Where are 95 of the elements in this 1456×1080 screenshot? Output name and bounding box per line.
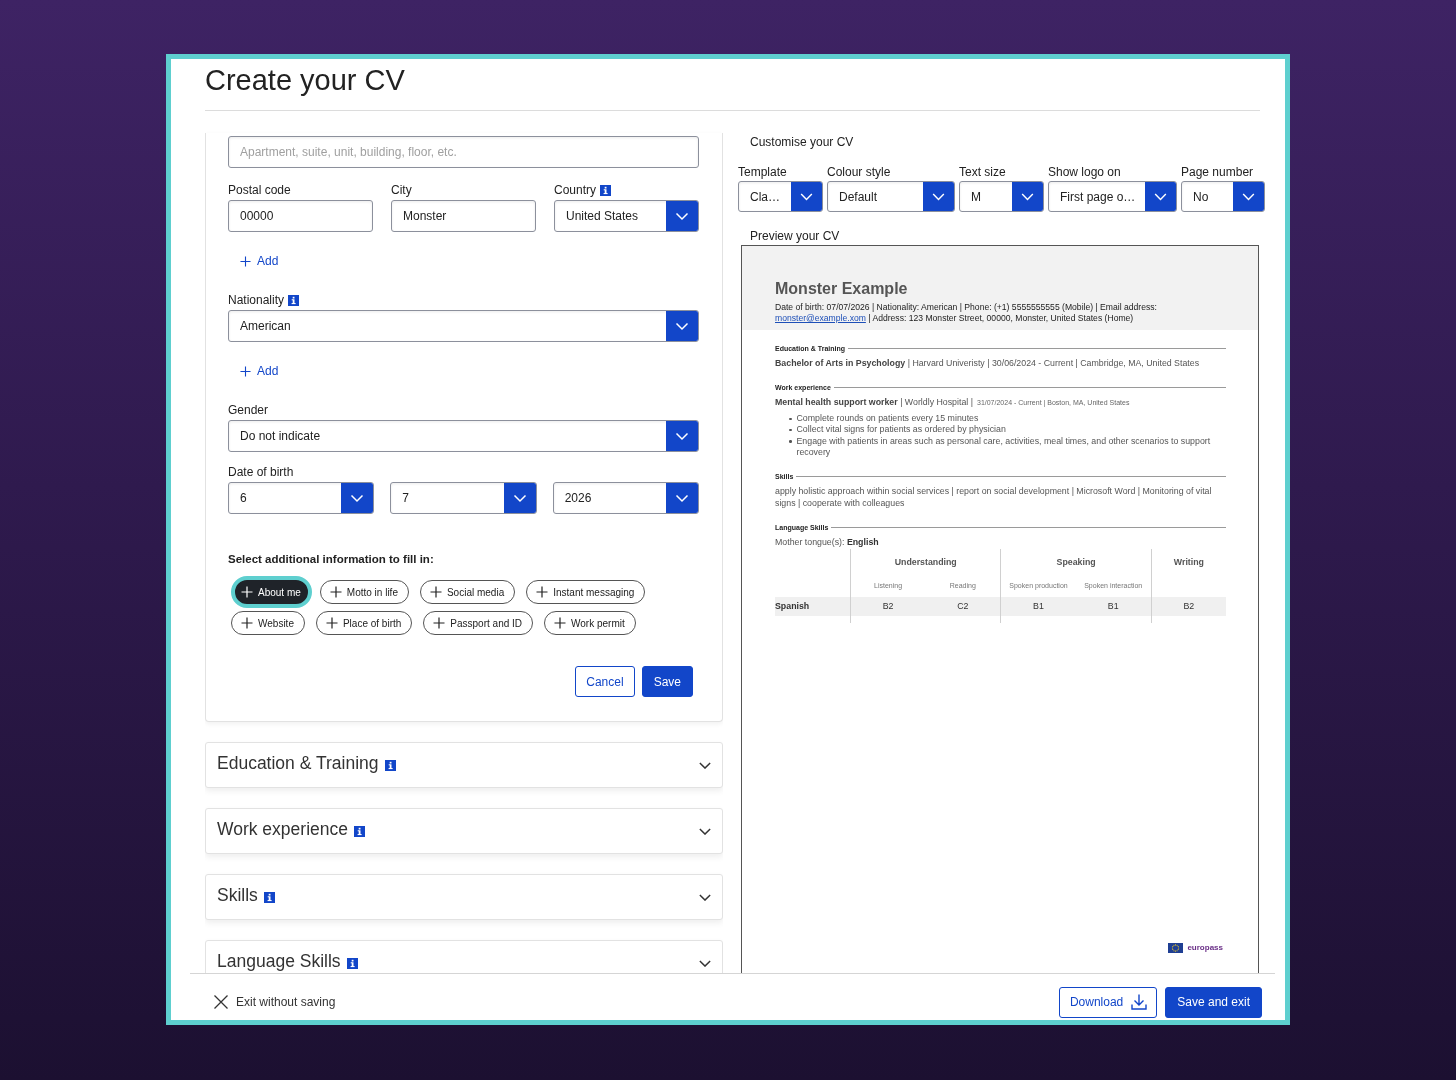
download-icon <box>1131 994 1148 1010</box>
entry-title: Mental health support worker | Worldly Hospital | <box>775 397 973 408</box>
field-label: Country <box>554 182 597 198</box>
chevron-down-icon <box>923 182 954 211</box>
option-chip[interactable]: Instant messaging <box>526 580 646 604</box>
plus-icon <box>536 586 549 598</box>
option-chip[interactable]: Social media <box>419 580 516 604</box>
page-title: Create your CV <box>205 63 406 97</box>
plus-icon <box>429 586 442 598</box>
section-title: Customise your CV <box>749 134 855 150</box>
chevron-down-icon <box>666 483 698 513</box>
download-button[interactable]: Download <box>1058 986 1158 1018</box>
primary-button[interactable]: Save <box>641 666 693 697</box>
email-link[interactable]: monster@example.xom <box>775 313 866 323</box>
bullet-text: Engage with patients in areas such as personal care, activities, meal times, and other scenarios to support recovery <box>796 435 1212 459</box>
field-label: Page number <box>1181 164 1255 180</box>
table-cell: B2 <box>1150 597 1226 617</box>
table-cell: C2 <box>925 597 1001 617</box>
select-field[interactable]: 2026 <box>552 482 699 514</box>
chevron-down-icon <box>503 483 536 513</box>
option-chip[interactable]: Place of birth <box>315 611 413 635</box>
chevron-down-icon <box>1145 182 1176 211</box>
contact-details: Date of birth: 07/07/2026 | Nationality: American | Phone: (+1) 5555555555 (Mobile) | Email address: monster@example.xom | Address: 123 Monster Street, 00000, Monster, United States (Home) <box>775 302 1158 324</box>
select-field[interactable]: No <box>1181 181 1265 212</box>
bullet-icon <box>789 428 792 432</box>
field-label: Colour style <box>827 164 892 180</box>
section-title: Preview your CV <box>749 228 841 244</box>
add-link[interactable]: Add <box>238 359 281 383</box>
plus-icon <box>329 586 342 598</box>
option-chip[interactable]: Passport and ID <box>423 611 534 635</box>
input-field[interactable]: 00000 <box>228 200 373 232</box>
table-cell: Spanish <box>775 597 850 617</box>
primary-button[interactable]: Save and exit <box>1165 986 1262 1018</box>
chevron-down-icon <box>791 182 822 211</box>
bullet-text: Collect vital signs for patients as ordered by physician <box>796 424 1006 436</box>
plus-icon <box>241 586 253 598</box>
option-chip[interactable]: Work permit <box>544 611 636 635</box>
select-field[interactable]: Cla… <box>738 181 823 212</box>
table-cell: B1 <box>1075 597 1151 617</box>
chevron-down-icon <box>666 201 698 231</box>
person-name: Monster Example <box>775 279 909 299</box>
field-label: City <box>391 182 412 198</box>
skills-text: apply holistic approach within social services | report on social development | Microsoft Word | Monitoring of vital signs | cooperate with colleagues <box>775 486 1213 510</box>
exit-button[interactable]: Exit without saving <box>214 995 336 1009</box>
secondary-button[interactable]: Cancel <box>575 666 635 697</box>
field-label: Gender <box>228 402 269 418</box>
option-chip[interactable]: Motto in life <box>319 580 409 604</box>
field-label: Postal code <box>228 182 291 198</box>
option-chip[interactable]: Website <box>231 611 305 635</box>
plus-icon <box>325 617 338 629</box>
select-field[interactable]: 6 <box>228 482 375 514</box>
entry-title: Bachelor of Arts in Psychology | Harvard Univeristy | 30/06/2024 - Current | Cambridge, MA, United States <box>775 358 1200 369</box>
accordion-header[interactable]: Language Skills <box>205 940 723 973</box>
add-link[interactable]: Add <box>238 249 281 273</box>
plus-icon <box>433 617 446 629</box>
plus-icon <box>240 365 251 377</box>
option-chip[interactable]: About me <box>231 576 312 608</box>
field-label: Nationality <box>228 292 285 308</box>
field-label: Template <box>738 164 788 180</box>
accordion-header[interactable]: Work experience <box>205 808 723 854</box>
bullet-text: Complete rounds on patients every 15 minutes <box>796 413 979 425</box>
field-label: Date of birth <box>228 464 294 480</box>
flag-icon <box>1168 943 1184 953</box>
chevron-down-icon <box>1233 182 1264 211</box>
chevron-down-icon <box>666 421 698 451</box>
input-field[interactable]: Monster <box>391 200 536 232</box>
select-field[interactable]: Do not indicate <box>228 420 699 452</box>
chevron-down-icon <box>666 311 698 341</box>
select-field[interactable]: United States <box>554 200 699 232</box>
plus-icon <box>240 255 251 267</box>
select-field[interactable]: First page o… <box>1048 181 1177 212</box>
select-field[interactable]: Default <box>827 181 955 212</box>
table-cell: B2 <box>850 597 926 617</box>
field-label: Text size <box>959 164 1007 180</box>
field-label: Show logo on <box>1048 164 1122 180</box>
chevron-down-icon <box>341 483 374 513</box>
accordion-header[interactable]: Skills <box>205 874 723 920</box>
input-field[interactable]: Apartment, suite, unit, building, floor, etc. <box>228 136 699 168</box>
plus-icon <box>554 617 567 629</box>
close-icon <box>214 995 228 1009</box>
chevron-down-icon <box>1012 182 1043 211</box>
select-field[interactable]: M <box>959 181 1044 212</box>
table-cell: B1 <box>1000 597 1076 617</box>
instruction-text: Select additional information to fill in: <box>228 552 435 567</box>
select-field[interactable]: 7 <box>390 482 537 514</box>
accordion-header[interactable]: Education & Training <box>205 742 723 788</box>
bullet-icon <box>789 440 792 443</box>
logo-text: europass <box>1187 943 1223 953</box>
select-field[interactable]: American <box>228 310 699 342</box>
mother-tongue: Mother tongue(s): English <box>775 537 880 549</box>
plus-icon <box>241 617 253 629</box>
table-header: Writing <box>1150 549 1226 576</box>
table-header: Speaking <box>1000 549 1151 576</box>
bullet-icon <box>789 417 792 420</box>
table-header: Understanding <box>850 549 1001 576</box>
